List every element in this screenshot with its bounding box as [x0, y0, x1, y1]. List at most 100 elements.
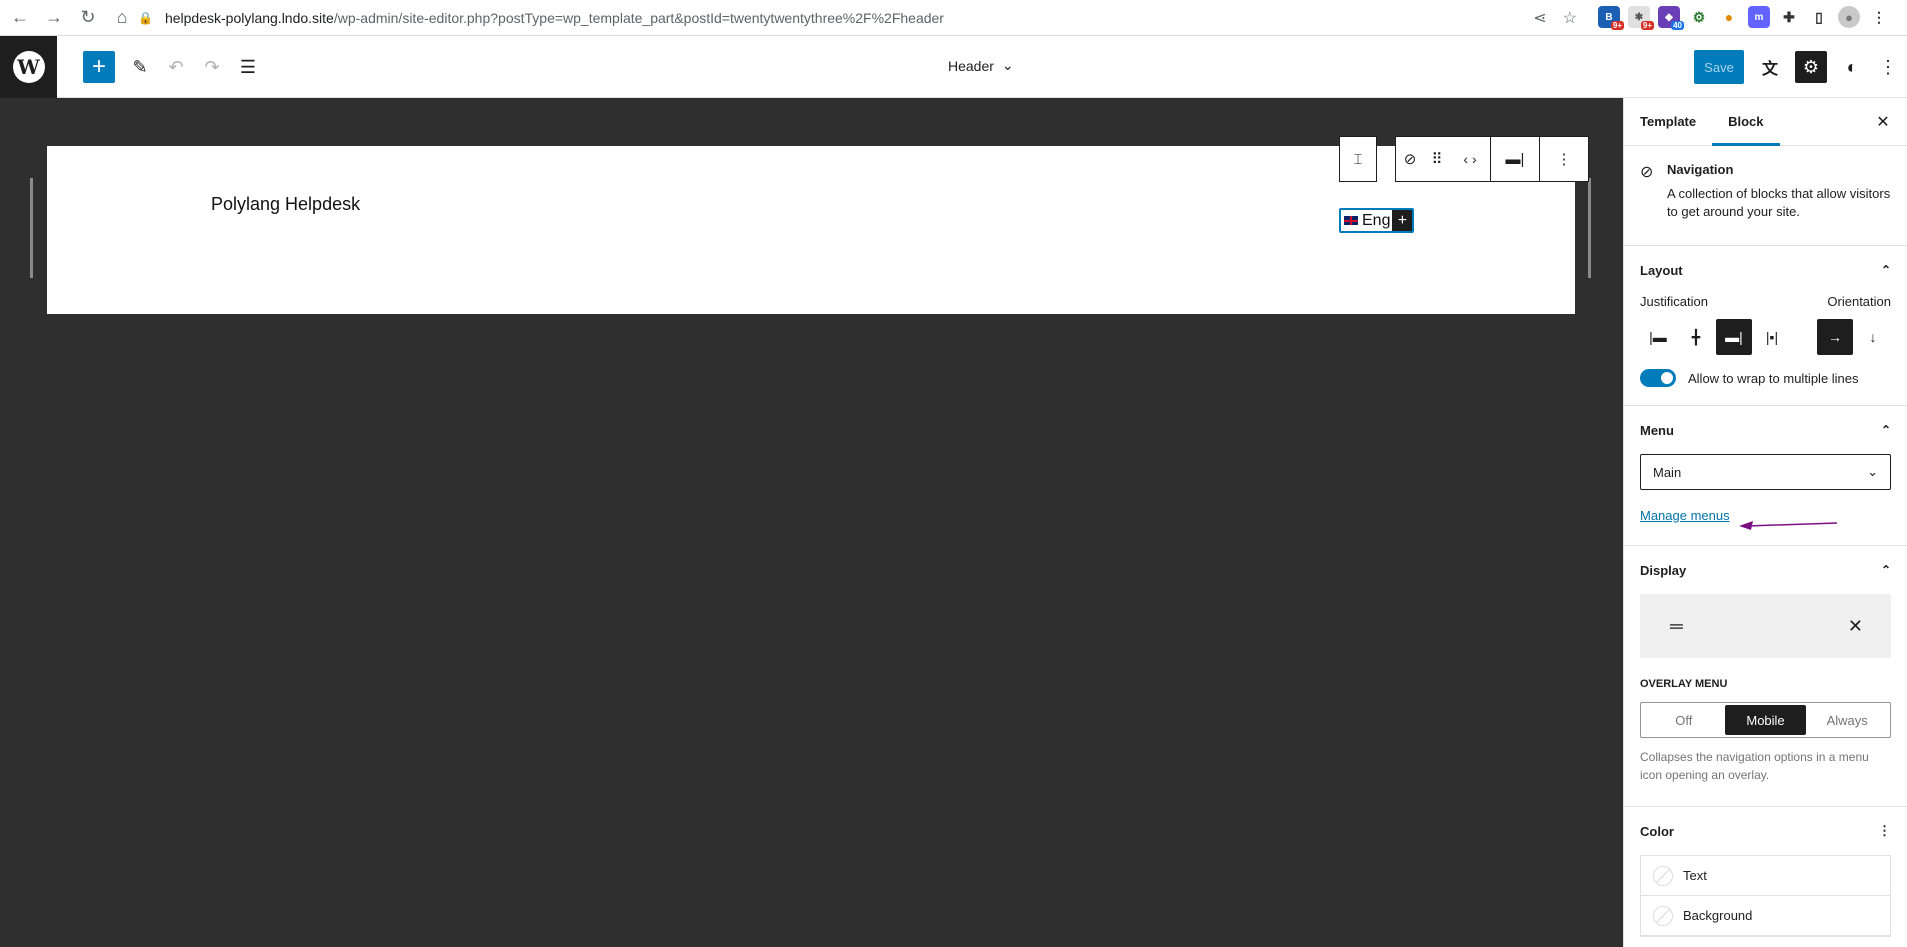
justify-left-icon[interactable]: |▬	[1640, 319, 1676, 355]
cookie-extension-icon[interactable]: ●	[1718, 6, 1740, 28]
wrap-label: Allow to wrap to multiple lines	[1688, 370, 1859, 386]
browser-menu-icon[interactable]: ⋮	[1868, 6, 1890, 28]
display-panel-toggle[interactable]: Display ⌃	[1624, 546, 1907, 594]
navigation-block-icon[interactable]: ⊘	[1396, 137, 1424, 181]
menu-panel-toggle[interactable]: Menu ⌃	[1624, 406, 1907, 454]
justification-label: Justification	[1640, 294, 1708, 309]
display-panel-title: Display	[1640, 562, 1687, 578]
justify-right-icon[interactable]: ▬|	[1716, 319, 1752, 355]
document-title-dropdown[interactable]: Header ⌄	[948, 57, 1014, 74]
resize-handle-left[interactable]	[30, 178, 33, 278]
empty-swatch-icon	[1653, 905, 1673, 926]
edit-pencil-icon[interactable]: ✎	[124, 51, 156, 83]
parent-block-selector: ⌶	[1339, 136, 1377, 182]
color-item-label: Text	[1683, 868, 1707, 883]
justify-center-icon[interactable]: ╋	[1678, 319, 1714, 355]
add-block-plus-icon[interactable]: +	[1392, 210, 1413, 231]
extension-icon[interactable]: ◆ 40	[1658, 6, 1684, 30]
extension-icon[interactable]: ✱ 9+	[1628, 6, 1654, 30]
color-panel: Color ⋮ Text Background	[1624, 807, 1907, 937]
extension-badge: 40	[1671, 21, 1684, 30]
settings-sidebar: Template Block ✕ ⊘ Navigation A collecti…	[1623, 98, 1907, 947]
justify-space-between-icon[interactable]: |▪|	[1754, 319, 1790, 355]
document-title: Header	[948, 57, 994, 74]
redo-icon[interactable]: ↷	[196, 51, 228, 83]
language-label: Eng	[1362, 211, 1391, 229]
menu-select[interactable]: Main ⌄	[1640, 454, 1891, 490]
layout-panel-title: Layout	[1640, 262, 1683, 278]
block-description: A collection of blocks that allow visito…	[1666, 186, 1891, 220]
browser-toolbar: ← → ↻ ⌂ 🔒 helpdesk-polylang.lndo.site/wp…	[0, 0, 1907, 36]
chevron-down-icon: ⌄	[1867, 464, 1878, 479]
menu-panel: Menu ⌃ Main ⌄ Manage menus	[1624, 406, 1907, 546]
undo-icon[interactable]: ↶	[160, 51, 192, 83]
orientation-vertical-arrow-icon[interactable]: ↓	[1855, 319, 1891, 355]
extension-badge: 9+	[1640, 21, 1654, 30]
block-card: ⊘ Navigation A collection of blocks that…	[1624, 146, 1907, 246]
editor-canvas: Polylang Helpdesk Eng + ⌶ ⊘ ⠿ ‹ › ▬| ⋮	[0, 98, 1623, 947]
color-item-text[interactable]: Text	[1641, 856, 1890, 896]
select-parent-icon[interactable]: ⌶	[1340, 137, 1376, 181]
side-panel-icon[interactable]: ▯	[1808, 6, 1830, 28]
home-icon[interactable]: ⌂	[108, 4, 136, 32]
move-left-right-icon[interactable]: ‹ ›	[1450, 137, 1490, 181]
close-icon[interactable]: ✕	[1871, 110, 1895, 134]
empty-swatch-icon	[1653, 865, 1673, 886]
url-host: helpdesk-polylang.lndo.site	[164, 10, 334, 26]
back-icon[interactable]: ←	[6, 4, 34, 32]
share-icon[interactable]: ⋖	[1533, 8, 1546, 28]
forward-icon[interactable]: →	[40, 4, 68, 32]
lock-icon: 🔒	[138, 11, 153, 25]
reload-icon[interactable]: ↻	[74, 4, 102, 32]
mastodon-extension-icon[interactable]: m	[1748, 6, 1770, 28]
wordpress-logo-icon[interactable]: W	[0, 36, 57, 98]
close-icon: ✕	[1847, 615, 1863, 636]
layout-panel-toggle[interactable]: Layout ⌃	[1624, 246, 1907, 294]
tab-block[interactable]: Block	[1712, 98, 1779, 146]
annotation-arrow	[1739, 521, 1838, 530]
color-options-icon[interactable]: ⋮	[1878, 823, 1891, 839]
overlay-option-off[interactable]: Off	[1643, 705, 1725, 735]
gear-extension-icon[interactable]: ⚙	[1688, 6, 1710, 28]
overlay-option-mobile[interactable]: Mobile	[1724, 705, 1807, 735]
puzzle-extensions-icon[interactable]: ✚	[1778, 6, 1800, 28]
orientation-horizontal-arrow-icon[interactable]: →	[1817, 319, 1853, 355]
orientation-label: Orientation	[1827, 294, 1891, 309]
language-switcher-nav-item[interactable]: Eng +	[1339, 208, 1415, 233]
site-title[interactable]: Polylang Helpdesk	[211, 194, 360, 215]
overlay-option-always[interactable]: Always	[1806, 705, 1888, 735]
manage-menus-link[interactable]: Manage menus	[1640, 508, 1730, 523]
color-item-label: Background	[1683, 908, 1753, 923]
chevron-up-icon: ⌃	[1880, 263, 1891, 277]
settings-gear-icon[interactable]: ⚙	[1795, 51, 1827, 83]
chevron-down-icon: ⌄	[1001, 57, 1014, 73]
justify-right-icon[interactable]: ▬|	[1491, 137, 1539, 181]
list-view-icon[interactable]: ☰	[232, 51, 264, 83]
block-options-icon[interactable]: ⋮	[1540, 137, 1588, 181]
extension-icon[interactable]: B 9+	[1598, 6, 1624, 30]
styles-half-circle-icon[interactable]: ◐	[1836, 51, 1868, 83]
drag-handle-icon[interactable]: ⠿	[1424, 137, 1450, 181]
address-bar[interactable]: 🔒 helpdesk-polylang.lndo.site/wp-admin/s…	[138, 5, 1578, 31]
translate-icon[interactable]: 文	[1754, 51, 1786, 83]
options-menu-icon[interactable]: ⋮	[1876, 51, 1900, 83]
chevron-up-icon: ⌃	[1880, 423, 1891, 437]
menu-panel-title: Menu	[1640, 422, 1674, 438]
chevron-up-icon: ⌃	[1880, 563, 1891, 577]
wrap-toggle[interactable]	[1640, 369, 1676, 387]
extension-badge: 9+	[1610, 21, 1624, 30]
block-toolbar: ⊘ ⠿ ‹ › ▬| ⋮	[1395, 136, 1589, 182]
profile-avatar-icon[interactable]: ●	[1838, 6, 1860, 28]
layout-panel: Layout ⌃ Justification Orientation |▬ ╋ …	[1624, 246, 1907, 406]
color-item-background[interactable]: Background	[1641, 896, 1890, 936]
bookmark-star-icon[interactable]: ☆	[1563, 8, 1577, 28]
tab-template[interactable]: Template	[1624, 98, 1712, 146]
overlay-help-text: Collapses the navigation options in a me…	[1640, 750, 1869, 782]
overlay-preview[interactable]: ═ ✕	[1640, 594, 1891, 658]
resize-handle-right[interactable]	[1588, 178, 1591, 278]
save-button[interactable]: Save	[1694, 50, 1744, 84]
block-title: Navigation	[1666, 162, 1734, 177]
menu-select-value: Main	[1653, 464, 1682, 480]
hamburger-menu-icon: ═	[1670, 615, 1683, 636]
block-inserter-button[interactable]: +	[83, 51, 115, 83]
